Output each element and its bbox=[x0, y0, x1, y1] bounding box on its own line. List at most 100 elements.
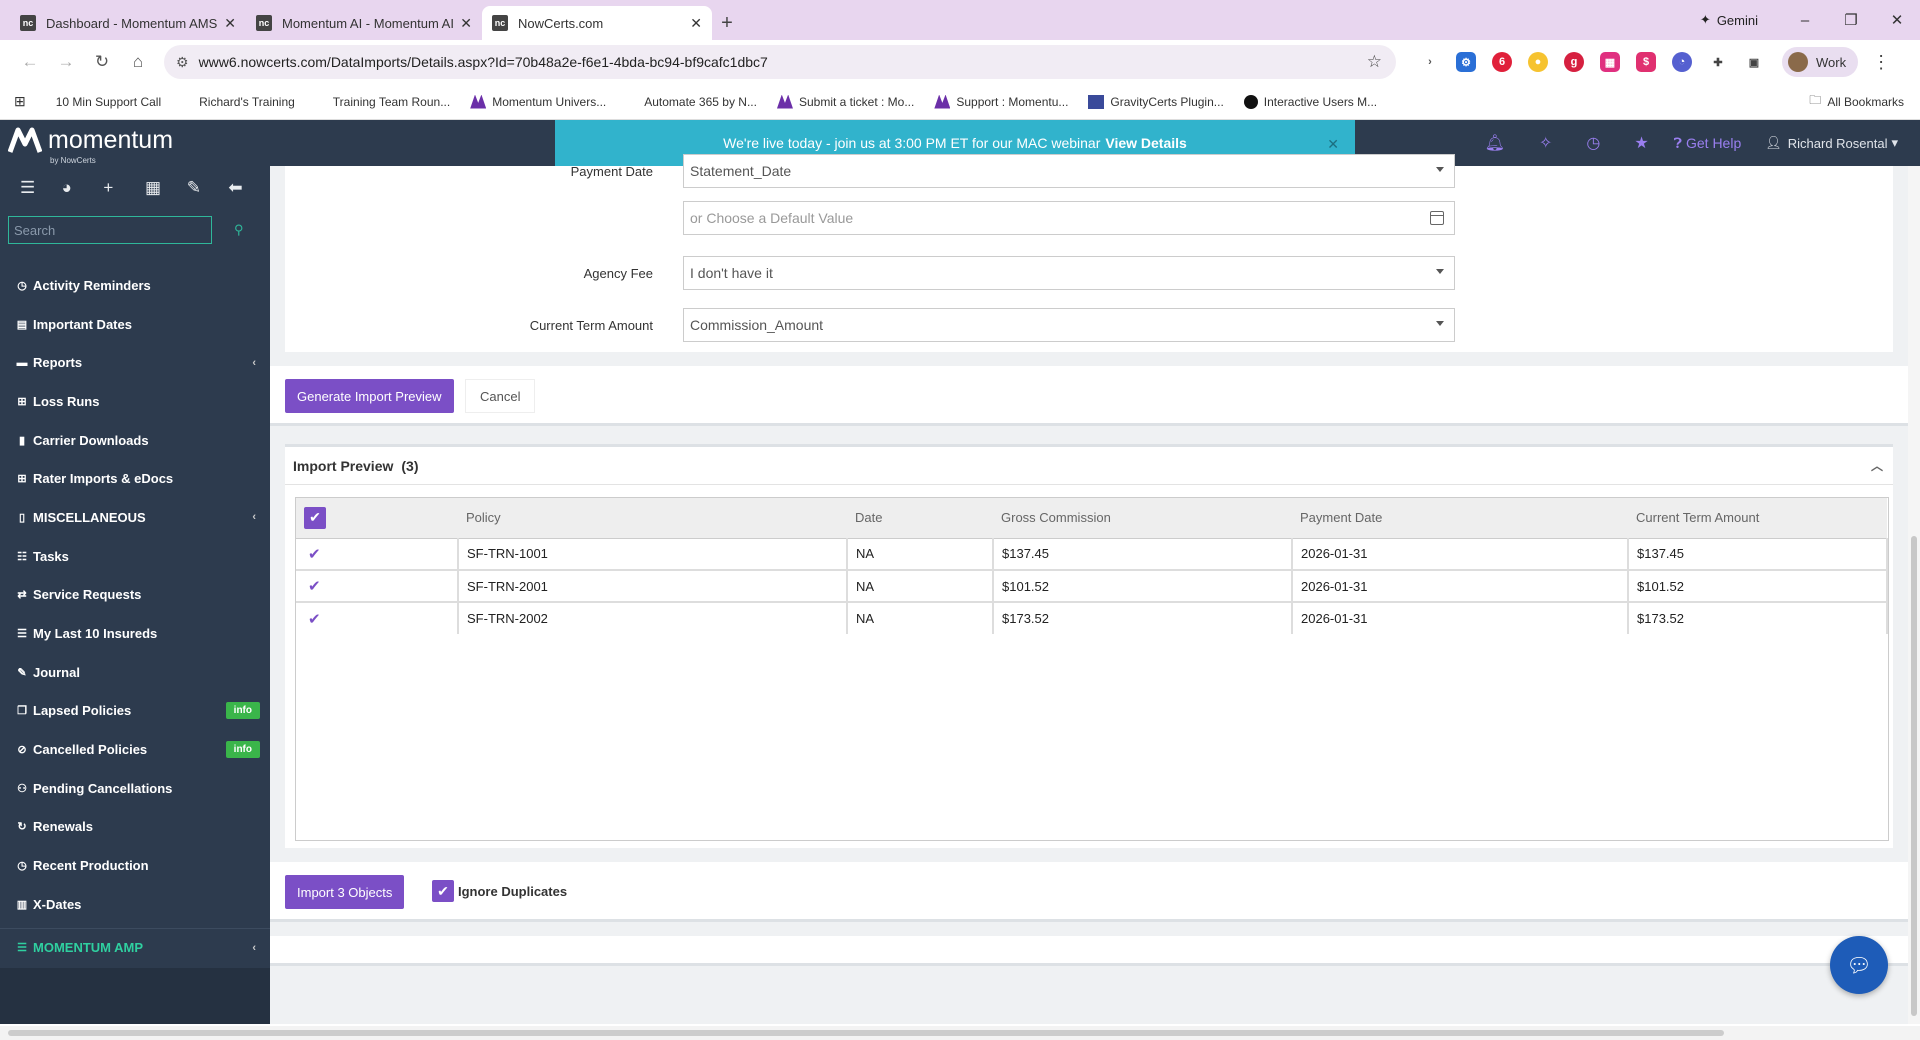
table-row[interactable]: ✔ SF-TRN-2001 NA $101.52 2026-01-31 $101… bbox=[296, 570, 1888, 603]
bookmark-item[interactable]: Submit a ticket : Mo... bbox=[776, 94, 914, 109]
sidebar-item-lapsed-policies[interactable]: ❐ Lapsed Policies info bbox=[0, 692, 270, 731]
sidebar-item-service-requests[interactable]: ⇄ Service Requests bbox=[0, 576, 270, 615]
new-tab-button[interactable]: + bbox=[712, 6, 742, 40]
sidebar-item-x-dates[interactable]: ▥ X-Dates bbox=[0, 885, 270, 924]
row-select-cell[interactable]: ✔ bbox=[296, 538, 459, 571]
sidebar-item-reports[interactable]: ▬ Reports ‹ bbox=[0, 343, 270, 382]
palette-icon[interactable]: ◕ bbox=[62, 178, 104, 198]
reload-button[interactable]: ↻ bbox=[84, 52, 120, 72]
sidebar-item-activity-reminders[interactable]: ◷ Activity Reminders bbox=[0, 266, 270, 305]
user-menu[interactable]: 👤︎ Richard Rosental ▾ bbox=[1765, 135, 1898, 151]
close-tab-icon[interactable]: ✕ bbox=[690, 15, 702, 32]
table-row[interactable]: ✔ SF-TRN-1001 NA $137.45 2026-01-31 $137… bbox=[296, 538, 1888, 571]
site-info-icon[interactable]: ⚙ bbox=[176, 54, 189, 71]
table-row[interactable]: ✔ SF-TRN-2002 NA $173.52 2026-01-31 $173… bbox=[296, 602, 1888, 634]
sidebar-item-important-dates[interactable]: ▤ Important Dates bbox=[0, 305, 270, 344]
sidebar-item-cancelled-policies[interactable]: ⊘ Cancelled Policies info bbox=[0, 730, 270, 769]
extension-icon[interactable]: ▦ bbox=[1600, 52, 1620, 72]
profile-button[interactable]: Work bbox=[1782, 47, 1859, 77]
bookmark-item[interactable]: Interactive Users M... bbox=[1243, 94, 1377, 109]
sidebar-item-recent-production[interactable]: ◷ Recent Production bbox=[0, 846, 270, 885]
extension-icon[interactable]: ⚙ bbox=[1456, 52, 1476, 72]
star-icon[interactable]: ★ bbox=[1634, 133, 1648, 153]
extension-icon[interactable]: g bbox=[1564, 52, 1584, 72]
horizontal-scrollbar[interactable] bbox=[0, 1026, 1920, 1040]
side-panel-icon[interactable]: ▣ bbox=[1744, 52, 1764, 72]
search-icon[interactable]: ⚲ bbox=[234, 222, 244, 238]
sidebar-item-renewals[interactable]: ↻ Renewals bbox=[0, 808, 270, 847]
close-tab-icon[interactable]: ✕ bbox=[224, 15, 236, 32]
extension-icon[interactable]: $ bbox=[1636, 52, 1656, 72]
sidebar-item-tasks[interactable]: ☷ Tasks bbox=[0, 537, 270, 576]
bookmark-item[interactable]: Momentum Univers... bbox=[470, 94, 606, 109]
minimize-button[interactable]: – bbox=[1782, 12, 1828, 29]
current-term-amount-select[interactable]: Commission_Amount bbox=[683, 308, 1455, 342]
search-input[interactable] bbox=[8, 216, 212, 244]
url-bar[interactable]: ⚙ www6.nowcerts.com/DataImports/Details.… bbox=[164, 45, 1396, 79]
bookmark-item[interactable]: GravityCerts Plugin... bbox=[1088, 94, 1224, 109]
row-select-cell[interactable]: ✔ bbox=[296, 602, 459, 634]
chat-widget-button[interactable]: 💬︎ bbox=[1830, 936, 1888, 994]
agency-fee-select[interactable]: I don't have it bbox=[683, 256, 1455, 290]
get-help-link[interactable]: ❓︎ Get Help bbox=[1674, 135, 1742, 152]
sidebar-item-loss-runs[interactable]: ⊞ Loss Runs bbox=[0, 382, 270, 421]
sidebar-item-carrier-downloads[interactable]: ▮ Carrier Downloads bbox=[0, 421, 270, 460]
extension-icon[interactable]: ◔ bbox=[1672, 52, 1692, 72]
extensions-puzzle-icon[interactable]: ✚ bbox=[1708, 52, 1728, 72]
banner-link[interactable]: View Details bbox=[1105, 135, 1186, 151]
plus-icon[interactable]: + bbox=[103, 178, 145, 198]
browser-tab[interactable]: nc Dashboard - Momentum AMS ✕ bbox=[10, 6, 246, 40]
column-header-current-term-amount[interactable]: Current Term Amount bbox=[1628, 498, 1887, 539]
vertical-scrollbar[interactable] bbox=[1908, 166, 1920, 1024]
sidebar-item-momentum-amp[interactable]: ☰ MOMENTUM AMP ‹ bbox=[0, 927, 270, 967]
all-bookmarks[interactable]: 🗀 All Bookmarks bbox=[1809, 91, 1904, 112]
extension-icon[interactable]: 6 bbox=[1492, 52, 1512, 72]
gemini-button[interactable]: ✦ Gemini bbox=[1700, 12, 1758, 28]
bookmark-item[interactable]: 10 Min Support Call bbox=[56, 95, 161, 109]
magic-wand-icon[interactable]: ✎ bbox=[187, 178, 229, 198]
browser-tab[interactable]: nc Momentum AI - Momentum AI ✕ bbox=[246, 6, 482, 40]
sidebar-item-journal[interactable]: ✎ Journal bbox=[0, 653, 270, 692]
import-objects-button[interactable]: Import 3 Objects bbox=[285, 875, 405, 909]
close-tab-icon[interactable]: ✕ bbox=[460, 15, 472, 32]
browser-menu-icon[interactable]: ⋮ bbox=[1872, 52, 1890, 73]
select-all-checkbox[interactable]: ✔ bbox=[304, 506, 326, 529]
row-select-cell[interactable]: ✔ bbox=[296, 570, 459, 603]
back-button[interactable]: ← bbox=[12, 52, 48, 72]
payment-date-select[interactable]: Statement_Date bbox=[683, 154, 1455, 188]
bookmark-item[interactable]: Richard's Training bbox=[199, 95, 295, 109]
bell-icon[interactable]: 🔔︎ bbox=[1485, 133, 1505, 153]
bookmark-item[interactable]: Support : Momentu... bbox=[934, 94, 1068, 109]
apps-grid-icon[interactable]: ⊞ bbox=[14, 93, 26, 110]
close-window-button[interactable]: ✕ bbox=[1874, 11, 1920, 29]
browser-tab-active[interactable]: nc NowCerts.com ✕ bbox=[482, 6, 712, 40]
cancel-button[interactable]: Cancel bbox=[465, 379, 536, 413]
forward-button[interactable]: → bbox=[48, 52, 84, 72]
ignore-duplicates-checkbox[interactable]: ✔ Ignore Duplicates bbox=[432, 880, 567, 902]
column-header-payment-date[interactable]: Payment Date bbox=[1292, 498, 1628, 539]
arrow-left-icon[interactable]: ⬅ bbox=[228, 178, 270, 198]
dashboard-icon[interactable]: ▦ bbox=[145, 178, 187, 198]
scrollbar-thumb[interactable] bbox=[8, 1030, 1724, 1036]
chevron-up-icon[interactable]: ︿ bbox=[1871, 457, 1883, 474]
bookmark-item[interactable]: Training Team Roun... bbox=[333, 95, 450, 109]
import-preview-header[interactable]: Import Preview (3) ︿ bbox=[285, 447, 1893, 485]
scrollbar-thumb[interactable] bbox=[1911, 536, 1917, 1016]
column-header-policy[interactable]: Policy bbox=[458, 498, 847, 539]
momentum-logo[interactable]: momentum by NowCerts bbox=[8, 126, 173, 165]
bookmark-star-icon[interactable]: ☆ bbox=[1367, 52, 1382, 72]
restore-button[interactable]: ❐ bbox=[1828, 11, 1874, 29]
hamburger-icon[interactable]: ☰ bbox=[20, 178, 62, 198]
sidebar-item-pending-cancellations[interactable]: ⚇ Pending Cancellations bbox=[0, 769, 270, 808]
extension-icon[interactable]: ● bbox=[1528, 52, 1548, 72]
bookmark-item[interactable]: Automate 365 by N... bbox=[644, 95, 757, 109]
home-button[interactable]: ⌂ bbox=[120, 52, 156, 72]
sparkle-icon[interactable]: ✧ bbox=[1539, 133, 1552, 153]
sidebar-item-my-last-10-insureds[interactable]: ☰ My Last 10 Insureds bbox=[0, 614, 270, 653]
extension-icon[interactable]: › bbox=[1420, 52, 1440, 72]
generate-import-preview-button[interactable]: Generate Import Preview bbox=[285, 379, 454, 413]
default-value-date-input[interactable]: or Choose a Default Value bbox=[683, 201, 1455, 235]
calendar-icon[interactable] bbox=[1430, 211, 1444, 225]
sidebar-item-rater-imports[interactable]: ⊞ Rater Imports & eDocs bbox=[0, 459, 270, 498]
column-header-date[interactable]: Date bbox=[847, 498, 993, 539]
